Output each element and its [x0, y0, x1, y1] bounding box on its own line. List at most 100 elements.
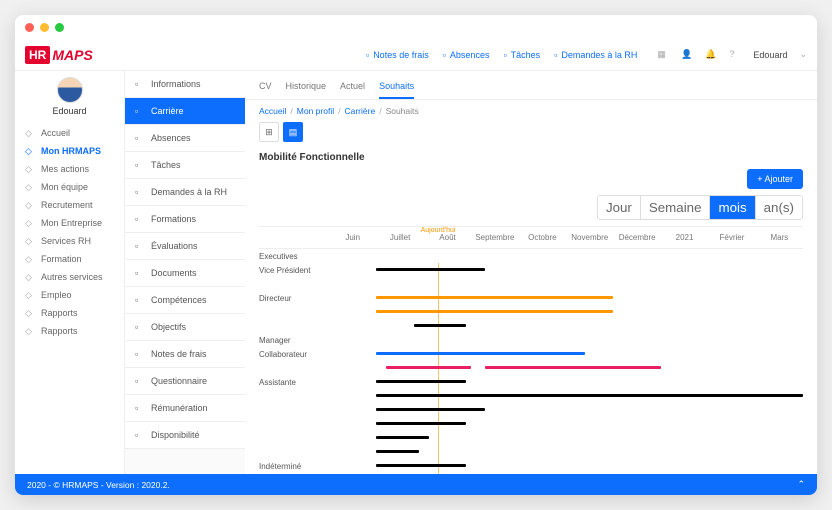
sidebar-outer-item[interactable]: ◇Autres services [19, 268, 120, 286]
gantt-row: Manager [259, 333, 803, 347]
month-header: 2021 [661, 227, 708, 248]
sidebar-outer-item[interactable]: ◇Accueil [19, 124, 120, 142]
gantt-row-bars [329, 375, 803, 389]
range-button[interactable]: Jour [598, 196, 641, 219]
sidebar-inner-item[interactable]: ▫Carrière [125, 98, 245, 125]
view-toggles: ⊞ ▤ [245, 122, 817, 148]
range-button[interactable]: an(s) [756, 196, 802, 219]
gantt-bar[interactable] [414, 324, 466, 327]
sidebar-inner-item[interactable]: ▫Documents [125, 260, 245, 287]
range-button[interactable]: mois [710, 196, 755, 219]
minimize-window-icon[interactable] [40, 23, 49, 32]
sidebar-inner-item[interactable]: ▫Objectifs [125, 314, 245, 341]
sidebar-inner-item[interactable]: ▫Compétences [125, 287, 245, 314]
nav-icon: ▫ [135, 322, 145, 332]
sidebar-inner-item[interactable]: ▫Absences [125, 125, 245, 152]
avatar-name: Edouard [19, 106, 120, 116]
nav-icon: ▫ [135, 376, 145, 386]
gantt-row-label: Directeur [259, 292, 329, 305]
breadcrumb: Accueil/Mon profil/Carrière/Souhaits [245, 100, 817, 122]
sidebar-inner-item[interactable]: ▫Disponibilité [125, 422, 245, 449]
topbar-link[interactable]: ▫Demandes à la RH [554, 50, 637, 60]
avatar-block: Edouard [19, 77, 120, 116]
current-user-label[interactable]: Edouard [753, 50, 787, 60]
sidebar-outer-item[interactable]: ◇Rapports [19, 322, 120, 340]
sidebar-outer-item[interactable]: ◇Services RH [19, 232, 120, 250]
view-grid-button[interactable]: ⊞ [259, 122, 279, 142]
sidebar-outer-item[interactable]: ◇Mon équipe [19, 178, 120, 196]
tab[interactable]: Souhaits [379, 77, 414, 99]
tab[interactable]: Actuel [340, 77, 365, 99]
tabs: CV Historique Actuel Souhaits [245, 71, 817, 100]
breadcrumb-item[interactable]: Accueil [259, 106, 286, 116]
gantt-row-label: Collaborateur [259, 348, 329, 361]
gantt-row-label: Assistante [259, 376, 329, 389]
bell-icon[interactable]: 🔔 [705, 49, 717, 61]
add-button[interactable]: + Ajouter [747, 169, 803, 189]
help-icon[interactable]: ? [729, 49, 741, 61]
gantt-bar[interactable] [386, 366, 471, 369]
sidebar-inner-item[interactable]: ▫Informations [125, 71, 245, 98]
gantt-row-bars [329, 277, 803, 291]
link-icon: ▫ [503, 50, 506, 60]
sidebar-outer-item[interactable]: ◇Mes actions [19, 160, 120, 178]
sidebar-outer-item[interactable]: ◇Recrutement [19, 196, 120, 214]
gantt-row-label [259, 366, 329, 370]
sidebar-inner-item[interactable]: ▫Tâches [125, 152, 245, 179]
gantt-bar[interactable] [376, 380, 466, 383]
gantt-row-bars [329, 249, 803, 263]
gantt-bar[interactable] [376, 450, 419, 453]
sidebar-inner-item[interactable]: ▫Notes de frais [125, 341, 245, 368]
sidebar-outer-item[interactable]: ◇Mon Entreprise [19, 214, 120, 232]
gantt-row [259, 445, 803, 459]
gantt-bar[interactable] [376, 464, 466, 467]
grid-icon[interactable]: ▦ [657, 49, 669, 61]
sidebar-inner-item[interactable]: ▫Évaluations [125, 233, 245, 260]
gantt-bar[interactable] [376, 394, 803, 397]
gantt-bar[interactable] [376, 352, 585, 355]
gantt-row-label [259, 310, 329, 314]
gantt-bar[interactable] [376, 436, 428, 439]
sidebar-outer-item[interactable]: ◇Empleo [19, 286, 120, 304]
gantt-row-label: Vice Président [259, 264, 329, 277]
topbar-link[interactable]: ▫Absences [443, 50, 490, 60]
gantt-row-label: Manager [259, 334, 329, 347]
view-chart-button[interactable]: ▤ [283, 122, 303, 142]
nav-icon: ▫ [135, 430, 145, 440]
gantt-bar[interactable] [376, 310, 613, 313]
maximize-window-icon[interactable] [55, 23, 64, 32]
range-button[interactable]: Semaine [641, 196, 711, 219]
tab[interactable]: CV [259, 77, 272, 99]
sidebar-outer-item[interactable]: ◇Formation [19, 250, 120, 268]
close-window-icon[interactable] [25, 23, 34, 32]
gantt-row: Executives [259, 249, 803, 263]
user-icon[interactable]: 👤 [681, 49, 693, 61]
gantt-row [259, 305, 803, 319]
sidebar-outer-item[interactable]: ◇Rapports [19, 304, 120, 322]
topbar-link[interactable]: ▫Notes de frais [366, 50, 429, 60]
gantt-bar[interactable] [485, 366, 660, 369]
sidebar-outer-item[interactable]: ◇Mon HRMAPS [19, 142, 120, 160]
sidebar-outer: Edouard ◇Accueil◇Mon HRMAPS◇Mes actions◇… [15, 71, 125, 474]
gantt-row-bars [329, 305, 803, 319]
topbar-link[interactable]: ▫Tâches [503, 50, 540, 60]
gantt-bar[interactable] [376, 422, 466, 425]
footer-caret-up-icon[interactable]: ⌃ [797, 479, 805, 490]
breadcrumb-item[interactable]: Carrière [344, 106, 375, 116]
nav-icon: ▫ [135, 79, 145, 89]
today-marker: Aujourd'hui [421, 227, 456, 234]
sidebar-inner-item[interactable]: ▫Questionnaire [125, 368, 245, 395]
gantt-bar[interactable] [376, 296, 613, 299]
avatar[interactable] [57, 77, 83, 103]
breadcrumb-item[interactable]: Mon profil [297, 106, 334, 116]
chevron-down-icon[interactable]: ⌄ [799, 49, 807, 60]
sidebar-inner-item[interactable]: ▫Formations [125, 206, 245, 233]
sidebar-inner-item[interactable]: ▫Demandes à la RH [125, 179, 245, 206]
sidebar-inner-item[interactable]: ▫Rémunération [125, 395, 245, 422]
logo-box: HR [25, 46, 50, 64]
gantt-bar[interactable] [376, 268, 485, 271]
tab[interactable]: Historique [286, 77, 327, 99]
breadcrumb-separator: / [379, 106, 381, 116]
breadcrumb-separator: / [338, 106, 340, 116]
gantt-bar[interactable] [376, 408, 485, 411]
